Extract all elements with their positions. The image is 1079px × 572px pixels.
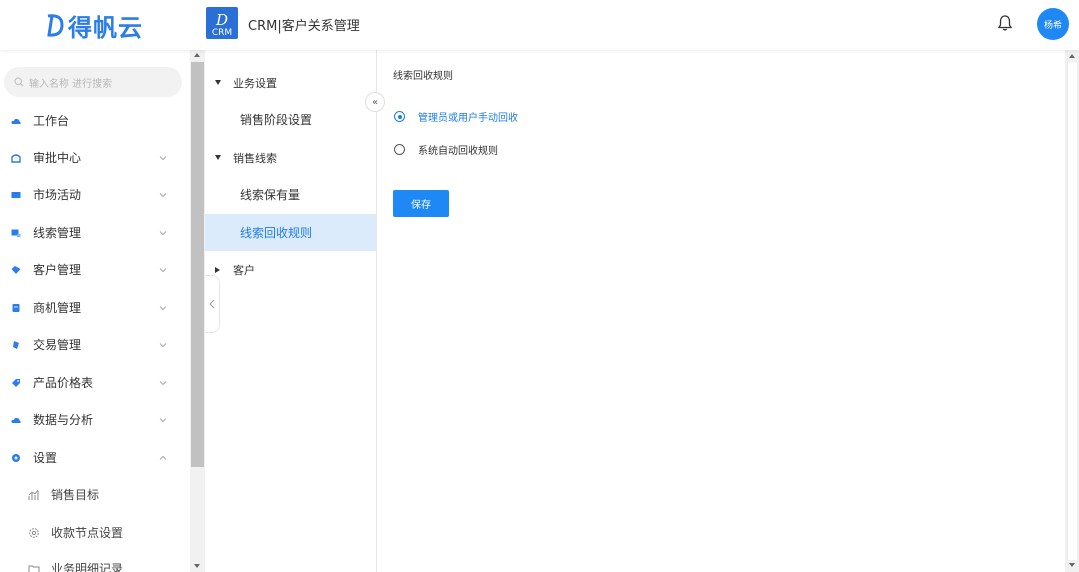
tree-node-customer[interactable]: 客户 xyxy=(205,251,376,288)
brand-name: 得帆云 xyxy=(68,13,143,42)
option-manual-recycle[interactable]: 管理员或用户手动回收 xyxy=(394,109,518,124)
radio-checked[interactable] xyxy=(394,111,405,122)
crm-logo: D CRM xyxy=(206,7,238,39)
chart-icon xyxy=(28,489,39,500)
scrollbar-thumb[interactable] xyxy=(1067,62,1077,560)
scroll-up-arrow-icon[interactable] xyxy=(1069,54,1075,58)
sidebar-item-analytics[interactable]: 数据与分析 xyxy=(0,401,190,438)
scrollbar-thumb[interactable] xyxy=(191,62,204,467)
sidebar-subitem-label: 销售目标 xyxy=(51,488,100,502)
radio-unchecked[interactable] xyxy=(394,144,405,155)
chevron-down-icon xyxy=(159,305,167,310)
analytics-icon xyxy=(11,417,21,423)
bell-icon[interactable] xyxy=(996,14,1014,32)
sidebar-item-label: 工作台 xyxy=(33,114,70,128)
caret-down-icon xyxy=(215,80,221,85)
gear-icon xyxy=(29,527,39,538)
tree-leaf-lead-retention[interactable]: 线索保有量 xyxy=(205,176,376,213)
tree-leaf-label: 线索保有量 xyxy=(240,188,301,202)
sidebar-item-label: 数据与分析 xyxy=(33,413,94,427)
sidebar-scrollbar[interactable] xyxy=(190,50,205,572)
sidebar-item-label: 设置 xyxy=(33,451,58,465)
caret-right-icon xyxy=(215,266,220,273)
scroll-up-arrow-icon[interactable] xyxy=(194,53,200,57)
market-icon xyxy=(11,191,21,198)
content-scrollbar[interactable] xyxy=(1065,50,1079,572)
chevron-down-icon xyxy=(159,192,167,197)
chevron-down-icon xyxy=(159,267,167,272)
sidebar-item-label: 审批中心 xyxy=(33,151,82,165)
tree-leaf-label: 线索回收规则 xyxy=(240,226,313,240)
tree-node-label: 业务设置 xyxy=(233,76,277,90)
chevron-up-icon xyxy=(159,455,167,460)
top-header: 得帆云 D CRM CRM|客户关系管理 杨希 xyxy=(0,0,1079,50)
sidebar-subitem-label: 收款节点设置 xyxy=(51,526,124,540)
option-label: 系统自动回收规则 xyxy=(418,146,498,157)
tree-node-sales-leads[interactable]: 销售线索 xyxy=(205,139,376,176)
search-icon xyxy=(14,77,24,87)
user-avatar[interactable]: 杨希 xyxy=(1037,8,1069,40)
sidebar-item-workbench[interactable]: 工作台 xyxy=(0,102,190,139)
tree-leaf-label: 销售阶段设置 xyxy=(240,113,313,127)
sidebar-item-leads[interactable]: 线索管理 xyxy=(0,214,190,251)
chevron-down-icon xyxy=(159,417,167,422)
deal-icon xyxy=(13,340,19,349)
chevron-down-icon xyxy=(159,230,167,235)
folder-icon xyxy=(28,565,40,572)
sidebar-subitem-business-detail[interactable]: 业务明细记录 xyxy=(0,550,190,572)
sidebar-item-label: 市场活动 xyxy=(33,188,82,202)
sidebar-item-opportunities[interactable]: 商机管理 xyxy=(0,289,190,326)
sidebar-item-label: 线索管理 xyxy=(33,226,82,240)
crm-logo-text: CRM xyxy=(211,28,233,38)
app-title: CRM|客户关系管理 xyxy=(248,19,360,34)
crm-d-icon: D xyxy=(215,11,229,29)
chevron-down-icon xyxy=(159,380,167,385)
price-icon xyxy=(12,378,20,387)
collapse-tree-button[interactable]: « xyxy=(365,92,385,112)
sidebar-subitem-label: 业务明细记录 xyxy=(51,562,124,572)
sidebar-item-approval[interactable]: 审批中心 xyxy=(0,139,190,176)
save-button[interactable]: 保存 xyxy=(393,190,449,217)
sidebar-subitem-sales-target[interactable]: 销售目标 xyxy=(0,476,190,513)
chevron-down-icon xyxy=(159,155,167,160)
page-title: 线索回收规则 xyxy=(393,71,453,82)
search-input[interactable]: 输入名称 进行搜索 xyxy=(4,67,182,97)
sidebar-item-deals[interactable]: 交易管理 xyxy=(0,326,190,363)
search-placeholder: 输入名称 进行搜索 xyxy=(29,78,113,90)
chevron-left-icon xyxy=(209,299,215,309)
cloud-icon xyxy=(11,118,21,124)
sidebar-item-settings[interactable]: 设置 xyxy=(0,439,190,476)
option-label: 管理员或用户手动回收 xyxy=(418,113,518,124)
customer-icon xyxy=(11,265,21,274)
tree-leaf-sales-stage[interactable]: 销售阶段设置 xyxy=(205,101,376,138)
sidebar-item-label: 商机管理 xyxy=(33,301,82,315)
settings-icon xyxy=(12,453,20,462)
tree-node-label: 客户 xyxy=(233,263,255,277)
sidebar-item-label: 交易管理 xyxy=(33,338,82,352)
lead-icon xyxy=(11,229,21,237)
sidebar: 输入名称 进行搜索 工作台 审批中心 市场活动 线索管理 客户管理 商机管理 交… xyxy=(0,50,190,572)
sidebar-item-label: 客户管理 xyxy=(33,263,82,277)
brand-logo[interactable]: 得帆云 xyxy=(44,8,143,42)
opportunity-icon xyxy=(12,303,20,312)
sidebar-subitem-payment-node[interactable]: 收款节点设置 xyxy=(0,514,190,551)
approval-icon xyxy=(11,153,21,163)
brand-d-icon xyxy=(47,14,64,37)
tree-node-label: 销售线索 xyxy=(233,151,277,165)
chevron-down-icon xyxy=(159,342,167,347)
sidebar-item-price-list[interactable]: 产品价格表 xyxy=(0,364,190,401)
main-content: 线索回收规则 管理员或用户手动回收 系统自动回收规则 保存 xyxy=(378,50,1065,572)
sidebar-item-customers[interactable]: 客户管理 xyxy=(0,251,190,288)
caret-down-icon xyxy=(215,155,221,160)
tree-node-business-settings[interactable]: 业务设置 xyxy=(205,64,376,101)
settings-tree: 业务设置 销售阶段设置 销售线索 线索保有量 线索回收规则 客户 xyxy=(205,50,377,572)
collapse-sidebar-button[interactable] xyxy=(205,275,220,333)
scroll-down-arrow-icon[interactable] xyxy=(1069,563,1075,567)
option-auto-recycle[interactable]: 系统自动回收规则 xyxy=(394,142,498,157)
sidebar-item-label: 产品价格表 xyxy=(33,376,94,390)
scroll-down-arrow-icon[interactable] xyxy=(194,564,200,568)
tree-leaf-lead-recycle-rule[interactable]: 线索回收规则 xyxy=(205,214,376,251)
sidebar-item-marketing[interactable]: 市场活动 xyxy=(0,176,190,213)
